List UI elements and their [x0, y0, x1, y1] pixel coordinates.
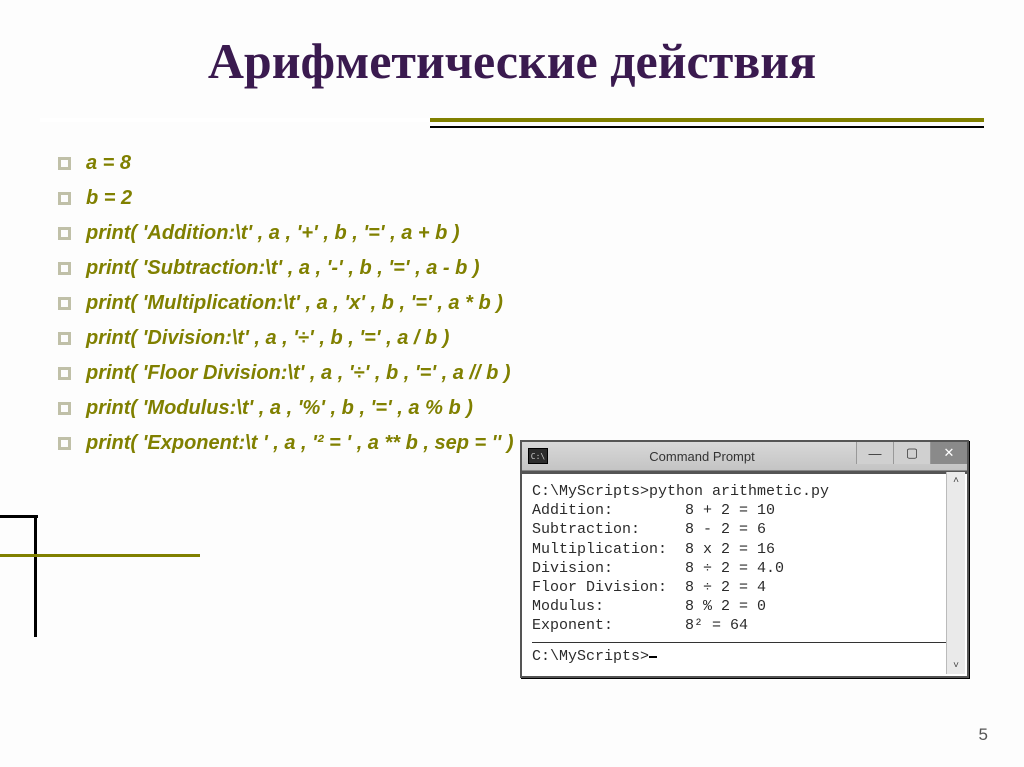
code-line: b = 2	[50, 185, 974, 212]
terminal-separator	[532, 642, 957, 643]
scrollbar[interactable]: ˄ ˅	[946, 472, 965, 674]
slide: Арифметические действия a = 8 b = 2 prin…	[0, 0, 1024, 767]
code-line: print( 'Modulus:\t' , a , '%' , b , '=' …	[50, 395, 974, 422]
code-list: a = 8 b = 2 print( 'Addition:\t' , a , '…	[50, 150, 974, 457]
cursor-icon	[649, 656, 657, 658]
terminal-line: Division: 8 ÷ 2 = 4.0	[532, 560, 784, 577]
code-line: print( 'Subtraction:\t' , a , '-' , b , …	[50, 255, 974, 282]
scroll-down-icon[interactable]: ˅	[947, 658, 965, 674]
terminal-line: Modulus: 8 % 2 = 0	[532, 598, 766, 615]
terminal-prompt-line: C:\MyScripts>	[532, 647, 957, 666]
code-line: print( 'Floor Division:\t' , a , '÷' , b…	[50, 360, 974, 387]
terminal-prompt: C:\MyScripts>	[532, 648, 649, 665]
terminal-body[interactable]: C:\MyScripts>python arithmetic.py Additi…	[522, 471, 967, 676]
terminal-icon: C:\	[528, 448, 548, 464]
title-underline-thin	[430, 126, 984, 128]
terminal-icon-text: C:\	[531, 452, 545, 461]
decor-line	[0, 515, 38, 518]
maximize-button[interactable]: ▢	[893, 442, 930, 464]
terminal-line: Exponent: 8² = 64	[532, 617, 748, 634]
minimize-button[interactable]: —	[856, 442, 893, 464]
terminal-output: C:\MyScripts>python arithmetic.py Additi…	[532, 482, 957, 636]
close-button[interactable]: ✕	[930, 442, 967, 464]
window-buttons: — ▢ ✕	[856, 442, 967, 470]
terminal-line: Multiplication: 8 x 2 = 16	[532, 541, 775, 558]
scroll-up-icon[interactable]: ˄	[947, 472, 965, 488]
terminal-line: C:\MyScripts>python arithmetic.py	[532, 483, 829, 500]
command-prompt-window: C:\ Command Prompt — ▢ ✕ C:\MyScripts>py…	[520, 440, 969, 678]
decor-line	[34, 517, 37, 637]
code-line: a = 8	[50, 150, 974, 177]
decor-line	[0, 554, 200, 557]
terminal-line: Addition: 8 + 2 = 10	[532, 502, 775, 519]
terminal-line: Floor Division: 8 ÷ 2 = 4	[532, 579, 766, 596]
code-line: print( 'Multiplication:\t' , a , 'x' , b…	[50, 290, 974, 317]
window-title: Command Prompt	[548, 449, 856, 464]
code-line: print( 'Addition:\t' , a , '+' , b , '='…	[50, 220, 974, 247]
terminal-line: Subtraction: 8 - 2 = 6	[532, 521, 766, 538]
slide-title: Арифметические действия	[0, 32, 1024, 90]
content-area: a = 8 b = 2 print( 'Addition:\t' , a , '…	[50, 150, 974, 465]
code-line: print( 'Division:\t' , a , '÷' , b , '='…	[50, 325, 974, 352]
page-number: 5	[979, 725, 988, 745]
title-underline	[40, 118, 984, 122]
window-titlebar[interactable]: C:\ Command Prompt — ▢ ✕	[522, 442, 967, 471]
